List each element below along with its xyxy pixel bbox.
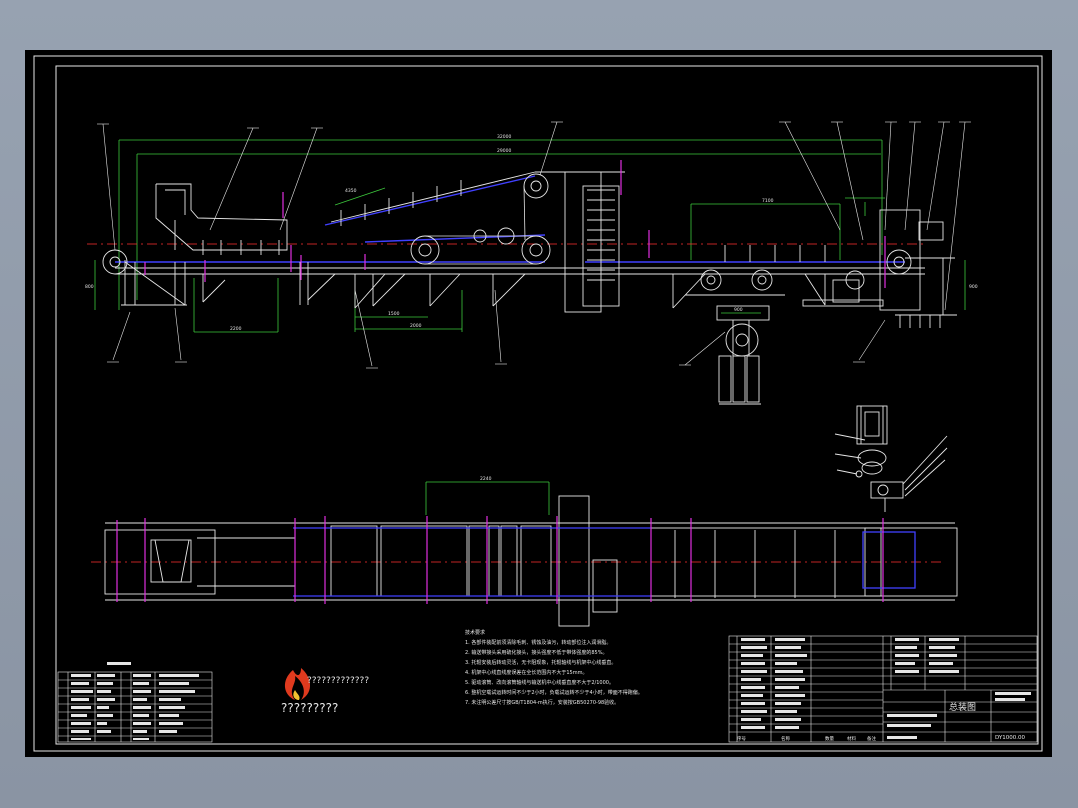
logo-text: ????????? [281,701,338,715]
drawing-name: 总装图 [949,701,976,713]
bom-header-material: 材料 [847,735,856,742]
bom-header-name: 名称 [781,735,790,742]
dim-overall: 32000 [497,134,511,140]
logo-subtext: ????????????? [307,676,369,686]
bom-header-seq: 序号 [737,735,746,742]
cad-drawing: 32000 29000 7100 2200 1500 2000 4350 900… [33,55,1043,752]
logo: ????????????? ????????? [281,668,369,715]
dim-motor-base: 900 [734,307,743,313]
dim-right-section: 7100 [762,198,774,204]
drawing-number: DY1000.00 [995,735,1026,741]
dim-left-span: 2200 [230,326,242,332]
dim-bridge-span: 2000 [410,323,422,329]
drawing-sheet: 32000 29000 7100 2200 1500 2000 4350 900… [25,50,1052,757]
drive-detail [834,405,948,512]
tech-item: 7. 未注明公差尺寸按GB/T1804-m执行，安装按GB50270-98验收。 [465,699,619,706]
dim-height-left: 800 [85,284,94,290]
dim-incline: 4350 [345,188,357,194]
tech-item: 4. 机架中心线直线度误差在全长范围内不大于15mm。 [465,669,587,676]
dim-inner: 29000 [497,148,511,154]
plan-view: 2240 [91,476,958,627]
tech-item: 5. 驱动滚筒、改向滚筒轴线与输送机中心线垂直度不大于2/1000。 [465,679,614,686]
title-block: 序号 名称 数量 材料 备注 总装图 DY1000.00 [737,701,1026,742]
elevation-view: 32000 29000 7100 2200 1500 2000 4350 900… [85,121,978,405]
tech-item: 2. 输送带接头采用硫化接头，接头强度不低于带体强度的85%。 [465,649,607,656]
dim-plan-span: 2240 [480,476,492,482]
dim-mid-span: 1500 [388,311,400,317]
dim-height-right: 900 [969,284,978,290]
bom-header-note: 备注 [867,735,876,742]
tech-requirements: 技术要求 1. 各部件装配前须清除毛刺、锈蚀及油污，转动部位注入润滑脂。 2. … [465,629,643,706]
tech-item: 1. 各部件装配前须清除毛刺、锈蚀及油污，转动部位注入润滑脂。 [465,639,611,646]
bom-header-qty: 数量 [825,735,834,742]
tech-item: 3. 托辊安装后转动灵活，无卡阻现象，托辊轴线与机架中心线垂直。 [465,659,616,666]
tech-item: 6. 整机空载试运转时间不少于2小时，负载试运转不少于4小时，带面不得跑偏。 [465,689,643,696]
tech-heading: 技术要求 [465,629,485,636]
